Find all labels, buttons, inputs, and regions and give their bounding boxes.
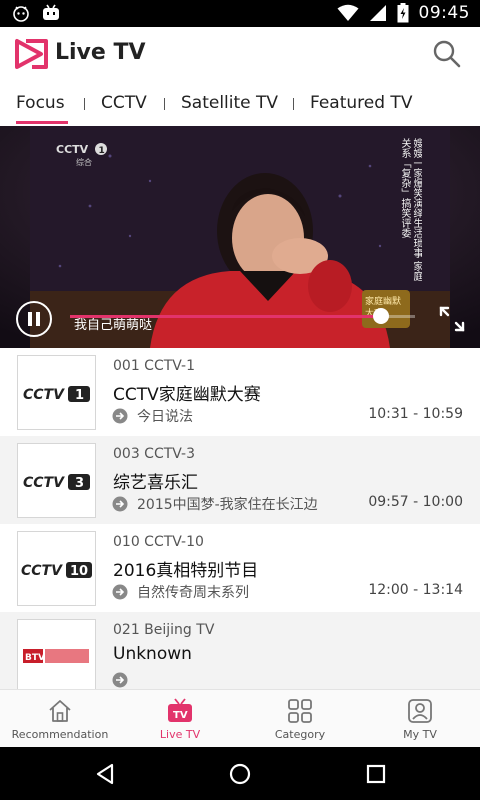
tab-satellite-tv[interactable]: Satellite TV	[181, 93, 278, 113]
tab-divider	[164, 98, 165, 110]
svg-text:3: 3	[75, 476, 84, 491]
svg-text:BTV: BTV	[25, 653, 45, 663]
wifi-icon	[337, 4, 358, 21]
clock: 09:45	[418, 3, 470, 23]
signal-icon	[369, 5, 386, 21]
channel-row[interactable]: CCTV 3 003 CCTV-3 综艺喜乐汇 2015中国梦-我家住在长江边 …	[0, 436, 480, 524]
channel-number: 010 CCTV-10	[113, 534, 204, 550]
cctv-3-logo: CCTV 3	[23, 474, 90, 491]
tab-focus[interactable]: Focus	[16, 93, 65, 113]
nav-label: My TV	[403, 728, 437, 741]
channel-logo: CCTV 10	[17, 531, 96, 606]
system-navigation-bar	[0, 747, 480, 800]
svg-text:CCTV: CCTV	[23, 387, 65, 403]
channel-row[interactable]: CCTV 1 001 CCTV-1 CCTV家庭幽默大赛 今日说法 10:31 …	[0, 348, 480, 436]
nav-label: Live TV	[159, 728, 201, 741]
app-logo-icon	[15, 39, 48, 69]
cctv-10-logo: CCTV 10	[21, 562, 92, 579]
pause-button[interactable]	[16, 301, 52, 337]
svg-text:CCTV: CCTV	[56, 143, 89, 156]
profile-icon	[408, 699, 432, 723]
svg-text:TV: TV	[173, 710, 188, 721]
cctv-1-logo: CCTV 1	[23, 386, 90, 403]
tab-divider	[293, 98, 294, 110]
side-caption: 嫂嫂一家爆笑演绎生活琐事 家庭关系「复杂」搞笑评委	[399, 138, 422, 282]
current-program: Unknown	[113, 644, 192, 664]
tv-icon: TV	[168, 698, 192, 722]
channel-logo: CCTV 1	[17, 355, 96, 430]
channel-row[interactable]: CCTV 10 010 CCTV-10 2016真相特别节目 自然传奇周末系列 …	[0, 524, 480, 612]
program-time: 10:31 - 10:59	[368, 406, 463, 422]
app-title: Live TV	[55, 40, 146, 65]
channel-number: 001 CCTV-1	[113, 358, 195, 374]
nav-my-tv[interactable]: My TV	[360, 690, 480, 748]
category-tabs: Focus CCTV Satellite TV Featured TV	[0, 83, 480, 126]
fullscreen-icon[interactable]	[438, 305, 466, 333]
svg-text:CCTV: CCTV	[23, 475, 65, 491]
home-icon	[49, 700, 71, 722]
channel-list: CCTV 1 001 CCTV-1 CCTV家庭幽默大赛 今日说法 10:31 …	[0, 348, 480, 689]
search-icon[interactable]	[432, 39, 462, 69]
tab-cctv[interactable]: CCTV	[101, 93, 147, 113]
progress-fill	[70, 315, 381, 318]
next-arrow-icon	[112, 672, 128, 688]
next-program: 2015中国梦-我家住在长江边	[137, 497, 318, 513]
nav-live-tv[interactable]: TV Live TV	[120, 690, 240, 748]
pause-icon	[28, 312, 40, 326]
bottom-navigation: Recommendation TV Live TV Category My TV	[0, 689, 480, 747]
tab-featured-tv[interactable]: Featured TV	[310, 93, 412, 113]
status-bar: 09:45	[0, 0, 480, 27]
channel-logo: CCTV 3	[17, 443, 96, 518]
program-time: 09:57 - 10:00	[368, 494, 463, 510]
active-tab-indicator	[16, 121, 68, 124]
notification-icons	[12, 4, 60, 22]
next-arrow-icon	[112, 408, 128, 424]
progress-track[interactable]	[70, 308, 415, 324]
next-arrow-icon	[112, 496, 128, 512]
watermark-subtitle: 综合	[76, 158, 92, 167]
svg-text:10: 10	[70, 564, 88, 579]
next-program: 自然传奇周末系列	[137, 585, 249, 601]
recents-icon[interactable]	[366, 764, 386, 784]
notification-app-icon	[13, 6, 29, 22]
progress-handle[interactable]	[372, 308, 389, 324]
program-time: 12:00 - 13:14	[368, 582, 463, 598]
bilibili-icon	[43, 4, 59, 20]
channel-row[interactable]: BTV 021 Beijing TV Unknown	[0, 612, 480, 689]
current-program: 2016真相特别节目	[113, 561, 259, 581]
home-circle-icon[interactable]	[229, 763, 251, 785]
nav-label: Recommendation	[11, 728, 109, 741]
btv-logo: BTV	[23, 649, 89, 663]
current-program: 综艺喜乐汇	[113, 473, 198, 493]
next-arrow-icon	[112, 584, 128, 600]
svg-text:1: 1	[75, 388, 84, 403]
svg-text:CCTV: CCTV	[21, 563, 63, 579]
battery-icon	[397, 3, 408, 23]
current-program: CCTV家庭幽默大赛	[113, 385, 261, 405]
nav-category[interactable]: Category	[240, 690, 360, 748]
channel-number: 021 Beijing TV	[113, 622, 215, 638]
svg-text:1: 1	[99, 146, 105, 156]
video-player[interactable]: CCTV 1 综合 嫂嫂一家爆笑演绎生活琐事 家庭关系「复杂」搞笑评委 家庭幽默…	[0, 126, 480, 348]
app-bar: Live TV	[0, 27, 480, 83]
channel-number: 003 CCTV-3	[113, 446, 195, 462]
nav-recommendation[interactable]: Recommendation	[0, 690, 120, 748]
back-icon[interactable]	[94, 763, 116, 785]
channel-logo: BTV	[17, 619, 96, 689]
grid-icon	[288, 699, 312, 723]
next-program: 今日说法	[137, 409, 193, 425]
nav-label: Category	[274, 728, 326, 741]
tab-divider	[84, 98, 85, 110]
